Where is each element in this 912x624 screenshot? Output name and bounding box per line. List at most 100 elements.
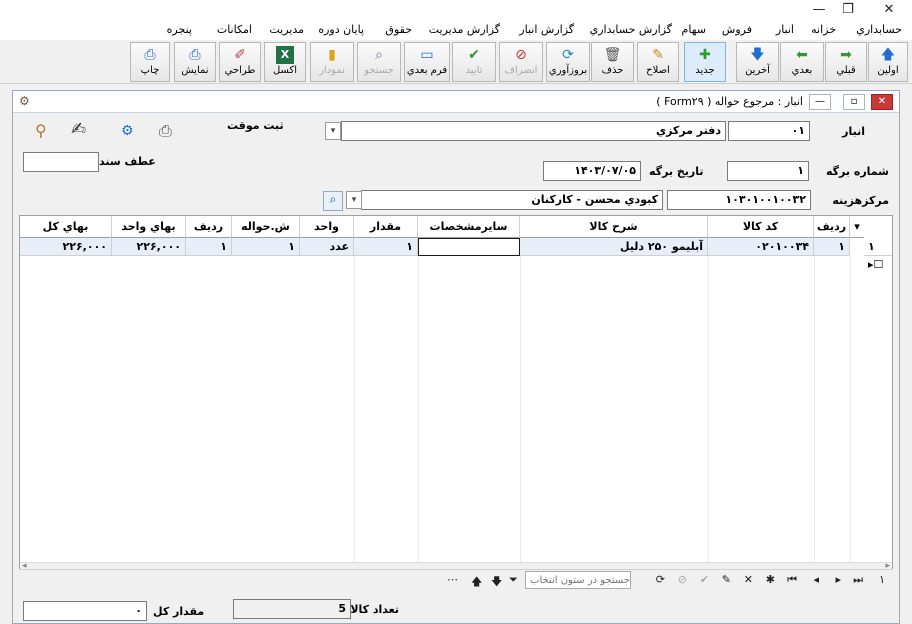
- menu-sales[interactable]: فروش: [722, 23, 752, 36]
- grid-menu-icon[interactable]: ▾: [850, 216, 864, 238]
- col-header-ref[interactable]: ش.حواله: [232, 216, 300, 238]
- col-header-unit[interactable]: واحد: [300, 216, 354, 238]
- menu-window[interactable]: پنجره: [167, 23, 192, 36]
- menu-facilities[interactable]: امكانات: [217, 23, 252, 36]
- next-record-button[interactable]: ⬅ بعدي: [780, 42, 824, 82]
- col-header-desc[interactable]: شرح كالا: [520, 216, 708, 238]
- signature-icon[interactable]: ✍: [71, 119, 86, 140]
- col-header-qty[interactable]: مقدار: [354, 216, 418, 238]
- form-restore-icon[interactable]: ▫: [843, 94, 865, 110]
- cell-other[interactable]: [418, 238, 520, 256]
- form-window: ⚙ انبار : مرجوع حواله ( Form۲۹ ) — ▫ ✕ ا…: [12, 90, 900, 624]
- close-icon[interactable]: ✕: [874, 0, 904, 20]
- arrow-down-icon: 🡇: [750, 47, 765, 63]
- warehouse-name-field[interactable]: دفتر مركزي: [341, 121, 726, 141]
- check-icon[interactable]: ✔: [700, 573, 709, 586]
- cell-row2[interactable]: ۱: [186, 238, 232, 256]
- grid-line: [850, 256, 851, 562]
- new-button[interactable]: ✚ جديد: [684, 42, 726, 82]
- gear-icon[interactable]: ⚙: [121, 123, 134, 139]
- arrow-up-icon: 🡅: [880, 47, 896, 63]
- delete-row-icon[interactable]: ✕: [744, 573, 753, 586]
- column-search-input[interactable]: [525, 571, 631, 589]
- filter-icon[interactable]: ⏷: [509, 573, 518, 587]
- ref-doc-label: عطف سند: [99, 155, 156, 168]
- cell-desc[interactable]: آبليمو ۲۵۰ دليل: [520, 238, 708, 256]
- menu-warehouse-report[interactable]: گزارش انبار: [519, 23, 574, 36]
- next-icon[interactable]: ▸: [835, 573, 841, 586]
- col-header-unit-price[interactable]: بهاي واحد: [112, 216, 186, 238]
- form-minimize-icon[interactable]: —: [809, 94, 831, 110]
- col-header-other[interactable]: سايرمشخصات: [418, 216, 520, 238]
- prev-icon[interactable]: ◂: [813, 573, 819, 586]
- minimize-icon[interactable]: —: [804, 0, 834, 20]
- warehouse-code-field[interactable]: ۰۱: [728, 121, 810, 141]
- last-icon[interactable]: ⏭: [853, 573, 863, 587]
- temp-save-label[interactable]: ثبت موقت: [227, 119, 284, 132]
- cell-qty[interactable]: ۱: [354, 238, 418, 256]
- preview-button[interactable]: ⎙ نمايش: [174, 42, 216, 82]
- chevron-down-icon[interactable]: ▾: [346, 191, 362, 209]
- col-header-total[interactable]: بهاي كل: [20, 216, 112, 238]
- chart-button[interactable]: ▮ نمودار: [310, 42, 354, 82]
- menu-treasury[interactable]: خزانه: [811, 23, 836, 36]
- previous-record-button[interactable]: ➡ قبلي: [825, 42, 867, 82]
- cell-unit[interactable]: عدد: [300, 238, 354, 256]
- menu-stocks[interactable]: سهام: [682, 23, 706, 36]
- confirm-button[interactable]: ✔ تاييد: [452, 42, 496, 82]
- arrow-right-icon: ➡: [840, 47, 852, 63]
- menu-warehouse[interactable]: انبار: [776, 23, 794, 36]
- menu-accounting[interactable]: حسابداري: [856, 23, 902, 36]
- ref-doc-field[interactable]: [23, 152, 99, 172]
- edit-button[interactable]: ✎ اصلاح: [637, 42, 679, 82]
- arrow-down-icon[interactable]: 🡇: [491, 573, 502, 592]
- menu-payroll[interactable]: حقوق: [385, 23, 412, 36]
- binoculars-icon[interactable]: ⌕: [323, 191, 343, 211]
- asterisk-icon[interactable]: ✱: [766, 573, 775, 586]
- search-button[interactable]: ⌕ جستجو: [357, 42, 401, 82]
- sheet-date-field[interactable]: ۱۴۰۳/۰۷/۰۵: [543, 161, 641, 181]
- stamp-icon[interactable]: ⚲: [35, 121, 47, 140]
- print-preview-icon: ⎙: [189, 47, 201, 63]
- cost-center-code-field[interactable]: ۱۰۳۰۱۰۰۱۰۰۳۲: [667, 190, 811, 210]
- menu-accounting-report[interactable]: گزارش حسابداري: [590, 23, 672, 36]
- menu-period-end[interactable]: پايان دوره: [318, 23, 364, 36]
- design-button[interactable]: ✐ طراحي: [219, 42, 261, 82]
- row-number: ۱ ▸☐: [864, 238, 892, 271]
- excel-button[interactable]: X اكسل: [264, 42, 306, 82]
- binoculars-icon: ⌕: [375, 47, 383, 63]
- cancel-icon: ⊘: [515, 47, 527, 63]
- next-form-button[interactable]: ▭ فرم بعدي: [404, 42, 450, 82]
- cost-center-name-field[interactable]: كبودي محسن - كاركنان: [361, 190, 663, 210]
- cell-total[interactable]: ۲۲۶,۰۰۰: [20, 238, 112, 256]
- cell-code[interactable]: ۰۲۰۱۰۰۳۴: [708, 238, 814, 256]
- form-close-icon[interactable]: ✕: [871, 94, 893, 110]
- delete-button[interactable]: 🗑 حذف: [591, 42, 634, 82]
- last-record-button[interactable]: 🡇 آخرين: [736, 42, 779, 82]
- refresh-button[interactable]: ⟳ بروزآوري: [546, 42, 590, 82]
- grid-line: [520, 256, 521, 562]
- sheet-date-label: تاريخ برگه: [649, 165, 704, 178]
- cancel-icon[interactable]: ⊘: [678, 573, 687, 586]
- edit-row-icon[interactable]: ✎: [722, 573, 731, 586]
- col-header-row2[interactable]: رديف: [186, 216, 232, 238]
- col-header-code[interactable]: كد كالا: [708, 216, 814, 238]
- printer-icon[interactable]: ⎙: [159, 121, 172, 141]
- cell-unit-price[interactable]: ۲۲۶,۰۰۰: [112, 238, 186, 256]
- menu-administration[interactable]: مديريت: [269, 23, 304, 36]
- cell-row[interactable]: ۱: [814, 238, 850, 256]
- total-qty-field[interactable]: ۰: [23, 601, 147, 621]
- more-icon[interactable]: ⋯: [447, 573, 458, 586]
- col-header-row[interactable]: رديف: [814, 216, 850, 238]
- cell-ref[interactable]: ۱: [232, 238, 300, 256]
- arrow-up-icon[interactable]: 🡅: [471, 573, 482, 592]
- first-icon[interactable]: ⏮: [787, 573, 797, 587]
- chevron-down-icon[interactable]: ▾: [325, 122, 341, 140]
- cancel-button[interactable]: ⊘ انصراف: [499, 42, 543, 82]
- sheet-no-field[interactable]: ۱: [727, 161, 809, 181]
- print-button[interactable]: ⎙ چاپ: [130, 42, 170, 82]
- restore-icon[interactable]: ❐: [833, 0, 863, 20]
- refresh-icon[interactable]: ⟳: [656, 573, 665, 586]
- menu-management-report[interactable]: گزارش مديريت: [429, 23, 500, 36]
- first-record-button[interactable]: 🡅 اولين: [868, 42, 908, 82]
